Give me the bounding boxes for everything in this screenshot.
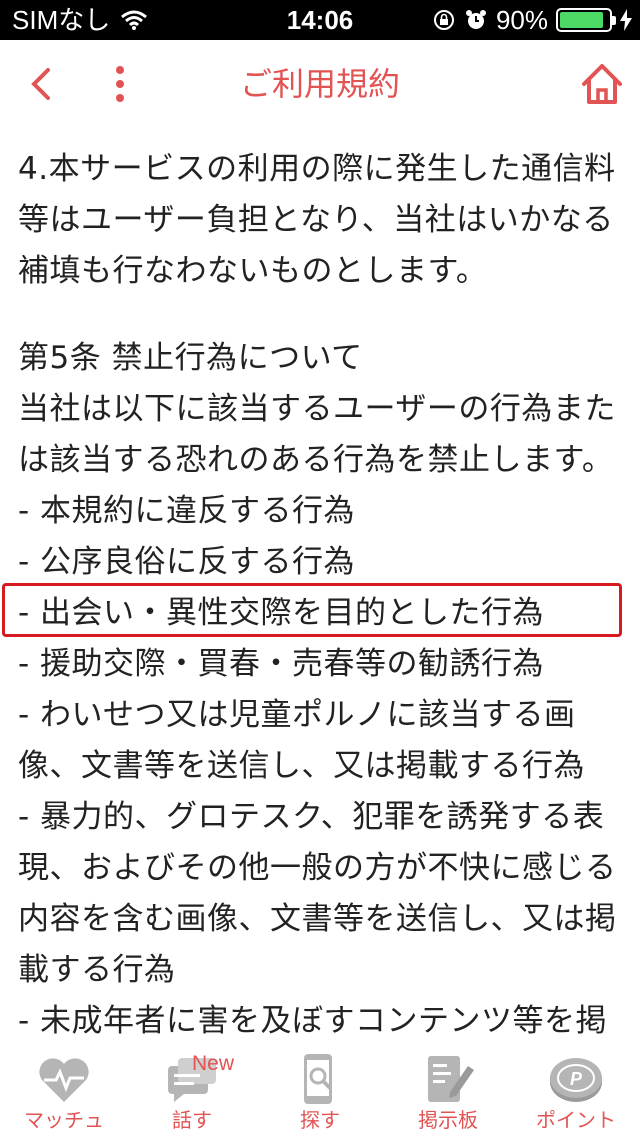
tab-label: 話す (172, 1108, 212, 1132)
prohibited-item-continued: 現、およびその他一般の方が不快に感じる (18, 850, 617, 886)
phone-search-icon (304, 1054, 332, 1104)
heart-pulse-icon (39, 1058, 89, 1102)
battery-percent: 90% (495, 5, 548, 35)
tab-label: 掲示板 (418, 1108, 478, 1132)
tab-talk[interactable]: New 話す (128, 1042, 256, 1136)
tab-bar: マッチュ New 話す 探す 掲示板 P ポイント (0, 1042, 640, 1136)
prohibited-item: - 公序良俗に反する行為 (18, 544, 356, 580)
prohibited-item: - 未成年者に害を及ぼすコンテンツ等を掲 (18, 1003, 608, 1039)
terms-line: は該当する恐れのある行為を禁止します。 (18, 442, 614, 478)
highlight-box (2, 583, 622, 637)
prohibited-item-continued: 内容を含む画像、文書等を送信し、又は掲 (18, 901, 617, 937)
article-heading: 第5条 禁止行為について (18, 340, 363, 376)
home-button[interactable] (578, 60, 626, 108)
terms-line: 等はユーザー負担となり、当社はいかなる (18, 202, 614, 238)
terms-paragraph-4: 4.本サービスの利用の際に発生した通信料 等はユーザー負担となり、当社はいかなる… (18, 144, 630, 297)
rotation-lock-icon (433, 10, 454, 30)
prohibited-item: - わいせつ又は児童ポルノに該当する画 (18, 697, 576, 733)
tab-label: 探す (300, 1108, 340, 1132)
tab-board[interactable]: 掲示板 (384, 1042, 512, 1136)
tab-search[interactable]: 探す (256, 1042, 384, 1136)
terms-article-5: 第5条 禁止行為について 当社は以下に該当するユーザーの行為また は該当する恐れ… (18, 333, 630, 1047)
terms-line: 4.本サービスの利用の際に発生した通信料 (18, 151, 616, 187)
prohibited-item-continued: 像、文書等を送信し、又は掲載する行為 (18, 748, 585, 784)
alarm-icon (465, 10, 486, 29)
tab-label: マッチュ (24, 1108, 104, 1132)
coin-icon: P (550, 1058, 602, 1102)
prohibited-item: - 暴力的、グロテスク、犯罪を誘発する表 (18, 799, 605, 835)
tab-match[interactable]: マッチュ (0, 1042, 128, 1136)
prohibited-item: - 本規約に違反する行為 (18, 493, 356, 529)
status-bar: SIMなし 14:06 90% (0, 0, 640, 40)
terms-line: 当社は以下に該当するユーザーの行為また (18, 391, 616, 427)
battery-fill (560, 12, 604, 28)
nav-bar: ご利用規約 (0, 40, 640, 128)
prohibited-item-continued: 載する行為 (18, 952, 176, 988)
svg-text:P: P (570, 1069, 583, 1089)
status-right: 90% (432, 0, 632, 40)
page-title: ご利用規約 (239, 65, 400, 103)
home-icon (582, 64, 622, 104)
battery-icon (556, 8, 616, 32)
charging-bolt-icon (620, 9, 632, 31)
tab-label: ポイント (536, 1108, 616, 1132)
board-pen-icon (428, 1056, 474, 1102)
prohibited-item: - 援助交際・買春・売春等の勧誘行為 (18, 646, 545, 682)
new-badge: New (192, 1052, 235, 1075)
terms-line: 補填も行なわないものとします。 (18, 253, 488, 289)
tab-points[interactable]: P ポイント (512, 1042, 640, 1136)
